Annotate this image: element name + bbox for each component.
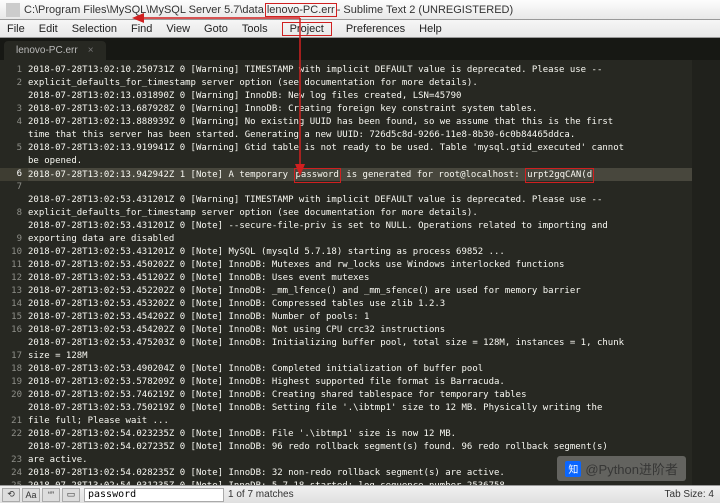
title-path: C:\Program Files\MySQL\MySQL Server 5.7\… — [24, 4, 264, 16]
menu-help[interactable]: Help — [412, 23, 449, 35]
editor-area[interactable]: 1234567891011121314151617181920212223242… — [0, 60, 720, 485]
menu-project[interactable]: Project — [275, 22, 339, 36]
word-icon[interactable]: “” — [42, 488, 60, 502]
menu-find[interactable]: Find — [124, 23, 159, 35]
close-icon[interactable]: × — [88, 45, 94, 56]
case-icon[interactable]: Aa — [22, 488, 40, 502]
menu-file[interactable]: File — [0, 23, 32, 35]
menu-goto[interactable]: Goto — [197, 23, 235, 35]
tab-active[interactable]: lenovo-PC.err × — [4, 41, 106, 60]
title-suffix: - Sublime Text 2 (UNREGISTERED) — [337, 4, 513, 16]
menu-tools[interactable]: Tools — [235, 23, 275, 35]
menu-preferences[interactable]: Preferences — [339, 23, 412, 35]
code-content[interactable]: 2018-07-28T13:02:10.250731Z 0 [Warning] … — [28, 60, 692, 485]
title-file-highlight: lenovo-PC.err — [265, 3, 337, 17]
tab-bar: lenovo-PC.err × — [0, 38, 720, 60]
match-count: 1 of 7 matches — [228, 489, 294, 500]
window-titlebar: C:\Program Files\MySQL\MySQL Server 5.7\… — [0, 0, 720, 20]
minimap[interactable] — [692, 60, 720, 485]
regex-icon[interactable]: ▭ — [62, 488, 80, 502]
tab-size[interactable]: Tab Size: 4 — [665, 489, 714, 500]
app-icon — [6, 3, 20, 17]
search-input[interactable] — [84, 488, 224, 502]
line-gutter: 1234567891011121314151617181920212223242… — [0, 60, 28, 485]
find-prev-icon[interactable]: ⟲ — [2, 488, 20, 502]
menu-edit[interactable]: Edit — [32, 23, 65, 35]
menubar: File Edit Selection Find View Goto Tools… — [0, 20, 720, 38]
tab-label: lenovo-PC.err — [16, 45, 78, 56]
menu-view[interactable]: View — [159, 23, 197, 35]
menu-selection[interactable]: Selection — [65, 23, 124, 35]
statusbar: ⟲ Aa “” ▭ 1 of 7 matches Tab Size: 4 — [0, 485, 720, 503]
